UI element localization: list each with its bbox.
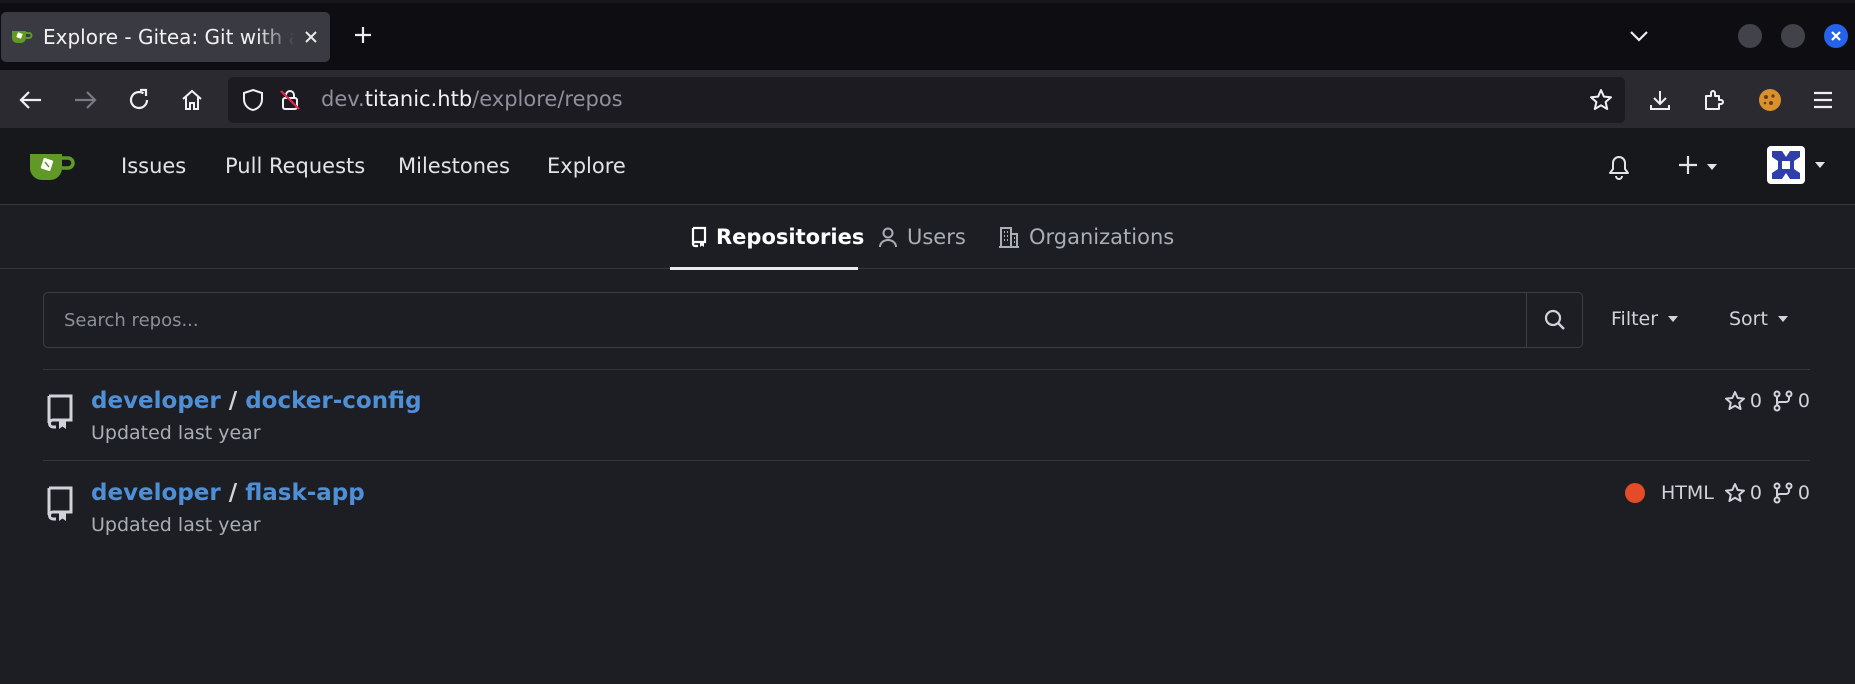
plus-icon	[1677, 154, 1699, 180]
list-item: developer / docker-config Updated last y…	[43, 380, 1810, 450]
caret-down-icon	[1668, 316, 1679, 322]
repo-stats: HTML 0 0	[1615, 482, 1810, 504]
arrow-left-icon[interactable]	[13, 82, 49, 118]
sort-label: Sort	[1729, 308, 1768, 330]
caret-down-icon	[1707, 164, 1717, 170]
repo-name-link[interactable]: docker-config	[245, 388, 421, 414]
star-icon	[1724, 391, 1745, 410]
tab-repositories[interactable]: Repositories	[690, 205, 864, 269]
extension-cookie-icon[interactable]	[1752, 82, 1788, 118]
repo-title: developer / flask-app	[91, 480, 365, 506]
star-icon	[1724, 483, 1745, 502]
tab-users[interactable]: Users	[877, 205, 966, 269]
url-domain: titanic.htb	[364, 87, 473, 111]
chevron-down-icon[interactable]	[1624, 22, 1654, 50]
filter-label: Filter	[1611, 308, 1659, 330]
tab-title: Explore - Gitea: Git with a cup of tea	[43, 25, 295, 49]
reload-icon[interactable]	[121, 82, 157, 118]
filter-dropdown[interactable]: Filter	[1611, 308, 1679, 330]
search-icon	[1544, 309, 1565, 330]
repo-stars[interactable]: 0	[1724, 390, 1762, 412]
search-input[interactable]	[44, 293, 1526, 347]
tab-repositories-label: Repositories	[716, 225, 865, 249]
search-box	[43, 292, 1583, 348]
plus-icon[interactable]	[348, 20, 378, 50]
repo-owner-link[interactable]: developer	[91, 388, 221, 414]
organization-icon	[999, 227, 1019, 248]
url-bar[interactable]: dev.titanic.htb/explore/repos	[228, 77, 1625, 123]
nav-issues[interactable]: Issues	[121, 154, 186, 178]
list-divider	[43, 460, 1810, 461]
repo-separator: /	[228, 388, 238, 414]
repo-stars[interactable]: 0	[1724, 482, 1762, 504]
caret-down-icon	[1777, 316, 1788, 322]
sort-dropdown[interactable]: Sort	[1729, 308, 1788, 330]
repo-stats: 0 0	[1714, 390, 1810, 412]
tab-users-label: Users	[907, 225, 966, 249]
repo-icon	[45, 394, 75, 434]
active-tab-indicator	[670, 267, 858, 270]
tab-organizations-label: Organizations	[1029, 225, 1175, 249]
person-icon	[879, 227, 897, 248]
arrow-right-icon[interactable]	[67, 82, 103, 118]
bell-icon[interactable]	[1607, 150, 1631, 184]
close-icon[interactable]	[299, 25, 323, 49]
repo-stars-count: 0	[1749, 482, 1762, 504]
repo-name-link[interactable]: flask-app	[245, 480, 365, 506]
gitea-icon	[11, 26, 33, 48]
browser-tab-bar: Explore - Gitea: Git with a cup of tea	[0, 0, 1855, 70]
nav-milestones[interactable]: Milestones	[398, 154, 510, 178]
repo-forks[interactable]: 0	[1772, 390, 1810, 412]
puzzle-icon[interactable]	[1696, 82, 1732, 118]
download-icon[interactable]	[1642, 82, 1678, 118]
gitea-logo[interactable]	[28, 150, 76, 184]
repo-owner-link[interactable]: developer	[91, 480, 221, 506]
repo-icon	[691, 226, 707, 248]
user-menu-dropdown[interactable]	[1767, 146, 1825, 184]
fork-icon	[1773, 482, 1793, 504]
search-button[interactable]	[1526, 293, 1583, 347]
nav-explore[interactable]: Explore	[547, 154, 626, 178]
star-icon[interactable]	[1589, 88, 1613, 116]
nav-pull-requests[interactable]: Pull Requests	[225, 154, 365, 178]
repo-icon	[45, 486, 75, 526]
list-divider	[43, 369, 1810, 370]
language-color-dot	[1624, 483, 1645, 503]
tab-bar-strip	[0, 0, 1855, 3]
repo-language[interactable]: HTML	[1624, 482, 1714, 504]
repo-forks[interactable]: 0	[1772, 482, 1810, 504]
repo-updated: Updated last year	[91, 422, 261, 444]
browser-tab-explore[interactable]: Explore - Gitea: Git with a cup of tea	[1, 12, 330, 62]
repo-title: developer / docker-config	[91, 388, 422, 414]
list-item: developer / flask-app Updated last year …	[43, 472, 1810, 542]
fork-icon	[1773, 390, 1793, 412]
explore-tabs: Repositories Users Organizations	[0, 205, 1855, 270]
lock-insecure-icon[interactable]	[278, 88, 302, 116]
caret-down-icon	[1815, 162, 1825, 168]
repo-updated: Updated last year	[91, 514, 261, 536]
avatar	[1767, 146, 1805, 184]
repo-forks-count: 0	[1797, 390, 1810, 412]
gitea-navbar: Issues Pull Requests Milestones Explore	[0, 128, 1855, 205]
repo-forks-count: 0	[1797, 482, 1810, 504]
tab-organizations[interactable]: Organizations	[997, 205, 1174, 269]
create-new-dropdown[interactable]	[1677, 150, 1717, 184]
url-text[interactable]: dev.titanic.htb/explore/repos	[321, 87, 623, 111]
home-icon[interactable]	[174, 82, 210, 118]
url-prefix: dev.	[321, 87, 365, 111]
maximize-button[interactable]	[1781, 24, 1805, 48]
url-path: /explore/repos	[472, 87, 623, 111]
repo-stars-count: 0	[1749, 390, 1762, 412]
shield-icon[interactable]	[242, 88, 264, 116]
hamburger-icon[interactable]	[1805, 82, 1841, 118]
window-close-button[interactable]	[1824, 24, 1848, 48]
repo-language-label: HTML	[1660, 482, 1714, 504]
minimize-button[interactable]	[1738, 24, 1762, 48]
repo-separator: /	[228, 480, 238, 506]
